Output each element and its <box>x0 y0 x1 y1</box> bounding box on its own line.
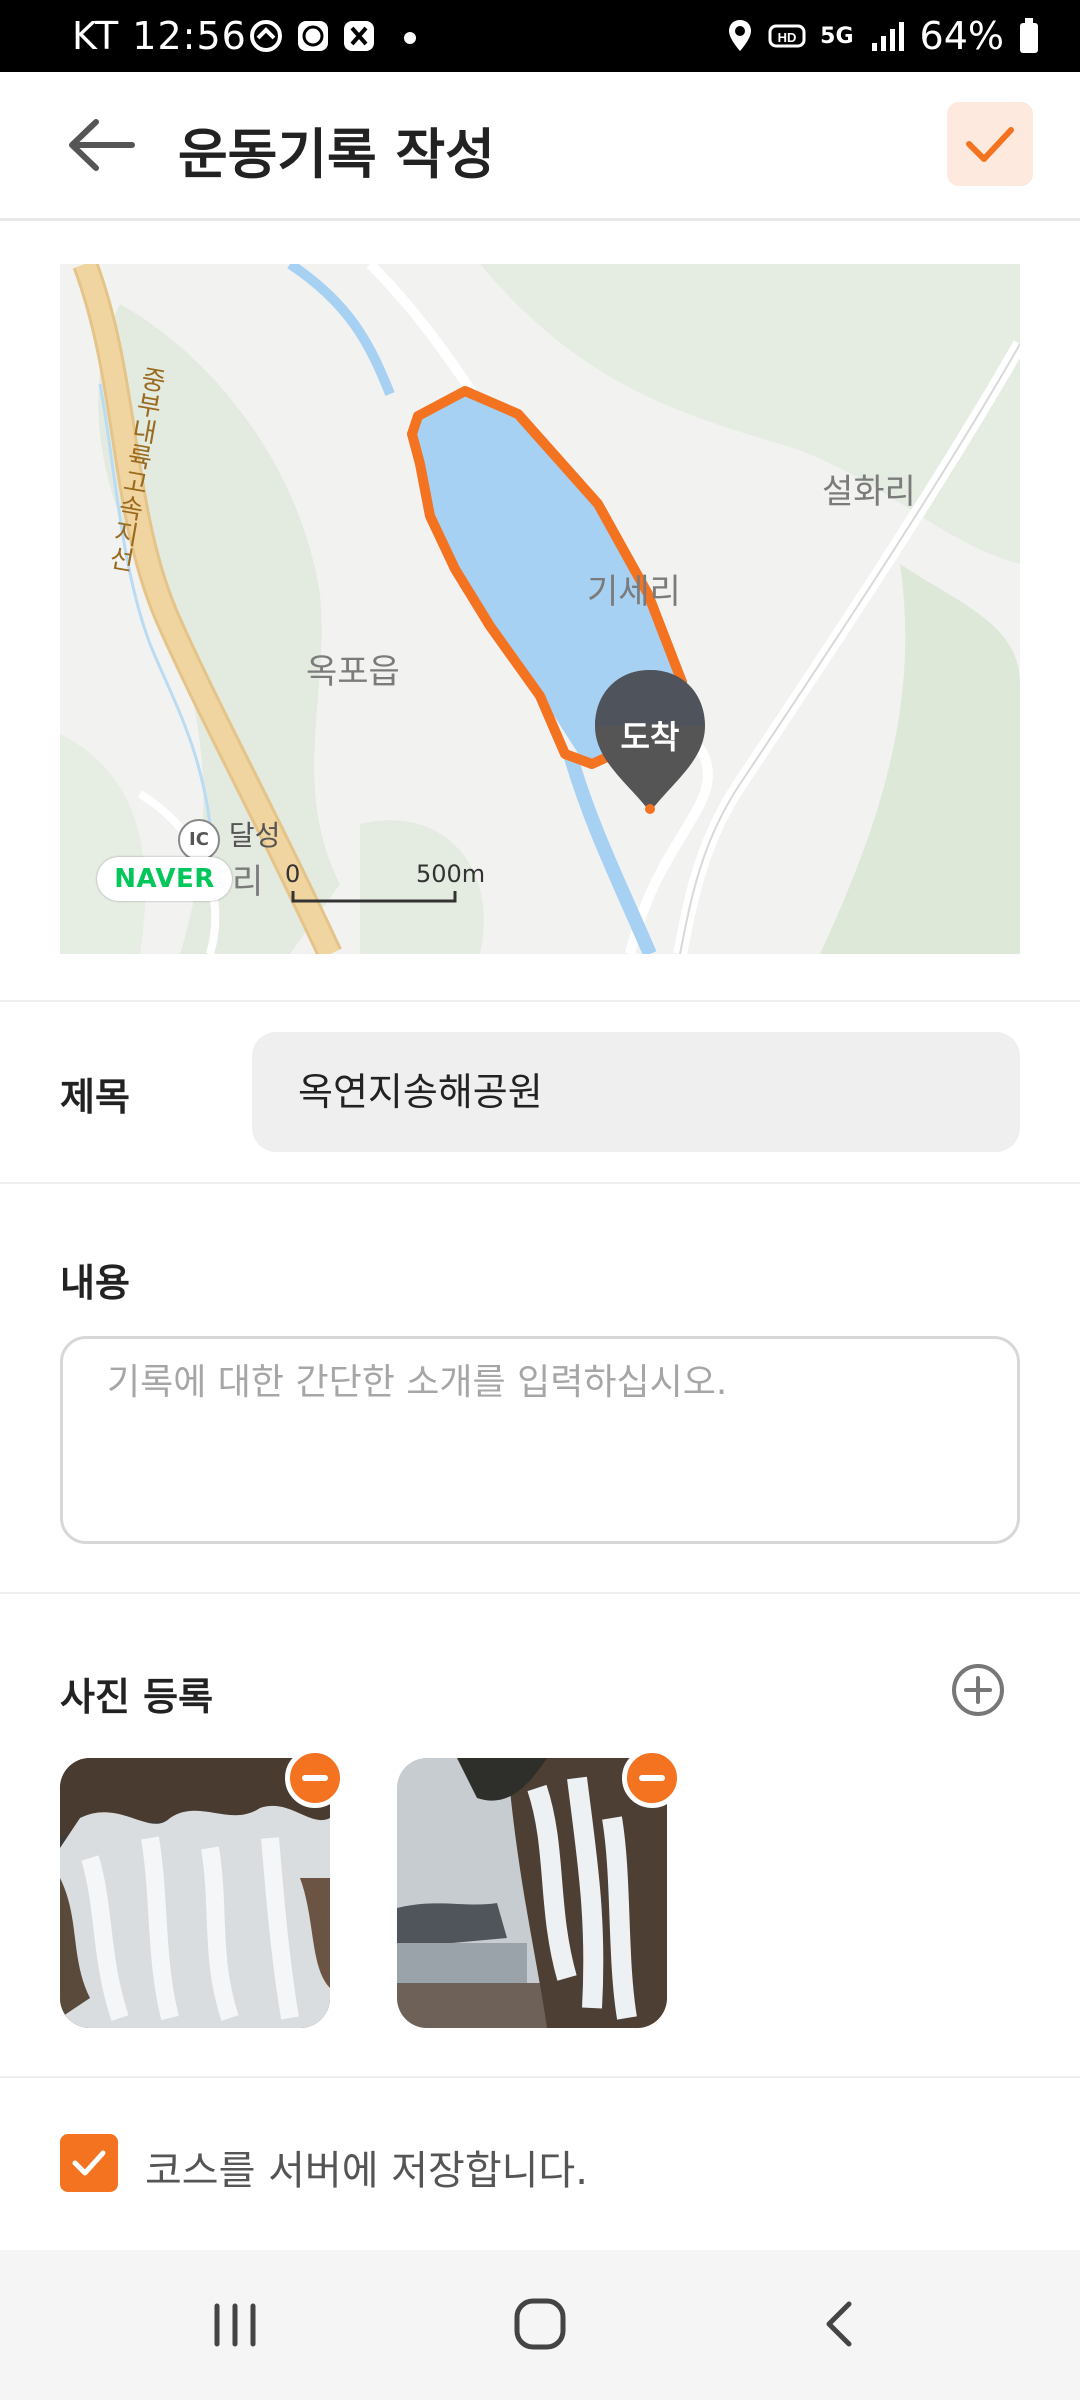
save-course-label[interactable]: 코스를 서버에 저장합니다. <box>145 2138 588 2196</box>
app-bar: 운동기록 작성 <box>0 72 1080 221</box>
map-label-town: 옥포읍 <box>306 652 400 692</box>
confirm-button[interactable] <box>947 102 1033 186</box>
status-bar: KT 12:56 HD 5G 64% <box>0 0 1080 72</box>
divider <box>0 1592 1080 1594</box>
content-textarea[interactable]: 기록에 대한 간단한 소개를 입력하십시오. <box>60 1336 1020 1544</box>
route-map[interactable]: 설화리 기세리 옥포읍 IC 달성 리 중부내륙고속지선 도착 NAVER 0 … <box>60 264 1020 954</box>
plus-circle-icon[interactable] <box>950 1662 1006 1718</box>
svg-text:HD: HD <box>778 30 797 45</box>
battery-percent: 64% <box>919 14 1004 58</box>
running-app-icon <box>250 20 282 52</box>
divider <box>0 1000 1080 1002</box>
content-label: 내용 <box>60 1261 130 1305</box>
network-type: 5G <box>820 23 854 49</box>
minus-circle-icon[interactable] <box>285 1748 345 1808</box>
photo-thumbnail[interactable] <box>60 1758 330 2028</box>
signal-icon <box>871 22 904 51</box>
page-title: 운동기록 작성 <box>178 123 495 186</box>
divider <box>0 1182 1080 1184</box>
map-label-ic: IC 달성 <box>178 814 280 861</box>
system-nav-bar <box>0 2250 1080 2400</box>
title-label: 제목 <box>60 1075 130 1119</box>
arrival-marker-label: 도착 <box>620 718 680 756</box>
back-nav-icon[interactable] <box>815 2296 865 2352</box>
x-app-icon <box>344 21 374 51</box>
frozen-waterfall-photo <box>60 1758 330 2028</box>
scale-end: 500m <box>416 860 486 888</box>
battery-icon <box>1020 18 1038 53</box>
check-icon <box>72 2150 106 2176</box>
map-label-ri: 리 <box>232 862 264 902</box>
title-input[interactable]: 옥연지송해공원 <box>252 1032 1020 1152</box>
notification-dot-icon <box>404 32 416 44</box>
status-right: HD 5G 64% <box>726 14 1040 58</box>
status-time: KT 12:56 <box>72 14 247 58</box>
ic-badge: IC <box>178 819 220 861</box>
divider <box>0 2076 1080 2078</box>
home-icon[interactable] <box>510 2294 570 2354</box>
arrow-left-icon[interactable] <box>60 112 140 178</box>
hd-voice-icon: HD <box>768 24 806 48</box>
check-icon <box>966 127 1014 162</box>
ic-name: 달성 <box>228 819 281 852</box>
recent-apps-icon[interactable] <box>205 2298 265 2352</box>
naver-logo: NAVER <box>97 857 232 901</box>
map-label-village-center: 기세리 <box>587 572 681 612</box>
map-label-village-east: 설화리 <box>822 472 916 512</box>
photo-thumbnail[interactable] <box>397 1758 667 2028</box>
content-placeholder: 기록에 대한 간단한 소개를 입력하십시오. <box>107 1362 728 1403</box>
ice-cliff-photo <box>397 1758 667 2028</box>
scale-start: 0 <box>285 860 301 888</box>
photo-label: 사진 등록 <box>60 1675 214 1719</box>
compass-app-icon <box>298 21 328 51</box>
save-course-checkbox[interactable] <box>60 2134 118 2192</box>
minus-circle-icon[interactable] <box>622 1748 682 1808</box>
location-icon <box>729 20 752 51</box>
